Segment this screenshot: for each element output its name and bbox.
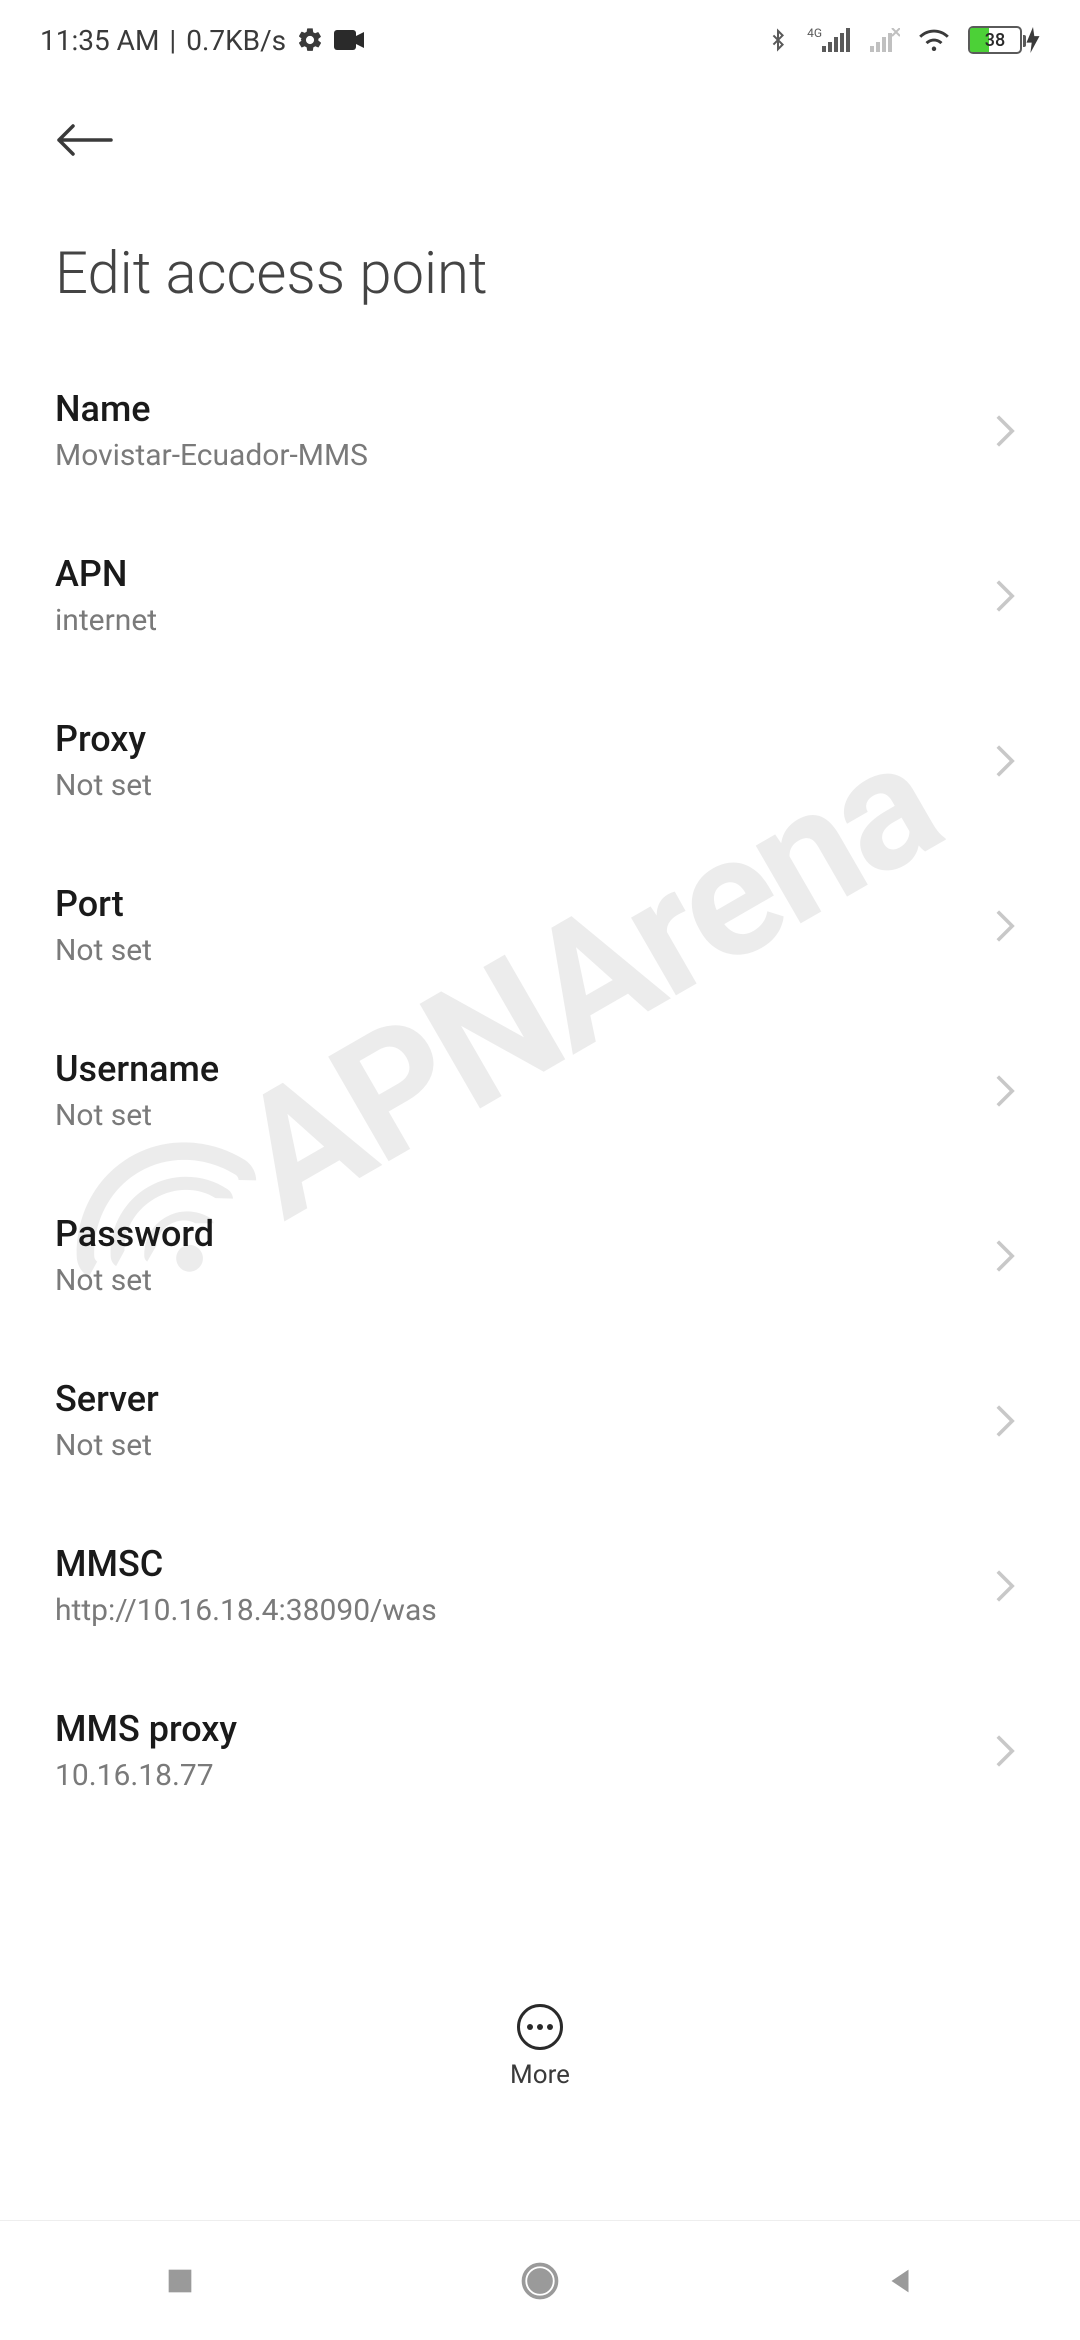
page-title: Edit access point	[0, 180, 1080, 348]
setting-row-name[interactable]: Name Movistar-Ecuador-MMS	[55, 348, 1025, 513]
chevron-right-icon	[985, 1403, 1025, 1439]
setting-value: 10.16.18.77	[55, 1758, 237, 1793]
setting-row-mms-proxy[interactable]: MMS proxy 10.16.18.77	[55, 1668, 1025, 1833]
nav-recents-button[interactable]	[155, 2256, 205, 2306]
setting-row-server[interactable]: Server Not set	[55, 1338, 1025, 1503]
more-icon	[517, 2004, 563, 2050]
setting-value: Not set	[55, 1263, 214, 1298]
battery-percent: 38	[970, 30, 1020, 51]
chevron-right-icon	[985, 743, 1025, 779]
network-type-badge: 4G	[807, 26, 822, 40]
setting-value: Not set	[55, 933, 152, 968]
system-nav-bar	[0, 2220, 1080, 2340]
nav-back-button[interactable]	[875, 2256, 925, 2306]
setting-label: Name	[55, 388, 368, 430]
chevron-right-icon	[985, 1733, 1025, 1769]
setting-row-password[interactable]: Password Not set	[55, 1173, 1025, 1338]
settings-icon	[296, 26, 324, 54]
status-net-speed: 0.7KB/s	[186, 24, 286, 57]
more-label: More	[510, 2060, 570, 2090]
signal-icon-sim1-4g	[822, 28, 852, 52]
setting-row-port[interactable]: Port Not set	[55, 843, 1025, 1008]
status-bar: 11:35 AM | 0.7KB/s 4G 38	[0, 0, 1080, 80]
status-right: 4G 38	[767, 25, 1040, 55]
setting-value: Not set	[55, 1428, 159, 1463]
setting-value: Movistar-Ecuador-MMS	[55, 438, 368, 473]
chevron-right-icon	[985, 1238, 1025, 1274]
chevron-right-icon	[985, 1568, 1025, 1604]
chevron-right-icon	[985, 578, 1025, 614]
settings-list: Name Movistar-Ecuador-MMS APN internet P…	[0, 348, 1080, 1833]
setting-row-proxy[interactable]: Proxy Not set	[55, 678, 1025, 843]
setting-value: http://10.16.18.4:38090/was	[55, 1593, 437, 1628]
setting-label: MMS proxy	[55, 1708, 237, 1750]
setting-label: Proxy	[55, 718, 152, 760]
setting-label: APN	[55, 553, 157, 595]
signal-icon-sim2-none	[870, 28, 900, 52]
setting-label: Port	[55, 883, 152, 925]
camera-icon	[334, 30, 364, 50]
chevron-right-icon	[985, 1073, 1025, 1109]
wifi-icon	[918, 27, 950, 53]
bluetooth-icon	[767, 25, 789, 55]
setting-row-apn[interactable]: APN internet	[55, 513, 1025, 678]
back-button[interactable]	[55, 110, 115, 170]
header-bar	[0, 80, 1080, 180]
nav-home-button[interactable]	[515, 2256, 565, 2306]
chevron-right-icon	[985, 413, 1025, 449]
setting-value: Not set	[55, 1098, 219, 1133]
bottom-actions: More	[0, 2004, 1080, 2090]
setting-label: Server	[55, 1378, 159, 1420]
status-left: 11:35 AM | 0.7KB/s	[40, 24, 364, 57]
setting-label: MMSC	[55, 1543, 437, 1585]
battery-indicator: 38	[968, 26, 1040, 54]
status-time: 11:35 AM	[40, 24, 159, 57]
setting-label: Username	[55, 1048, 219, 1090]
more-button[interactable]: More	[510, 2004, 570, 2090]
setting-label: Password	[55, 1213, 214, 1255]
setting-row-username[interactable]: Username Not set	[55, 1008, 1025, 1173]
setting-row-mmsc[interactable]: MMSC http://10.16.18.4:38090/was	[55, 1503, 1025, 1668]
setting-value: internet	[55, 603, 157, 638]
setting-value: Not set	[55, 768, 152, 803]
charging-icon	[1026, 27, 1040, 53]
chevron-right-icon	[985, 908, 1025, 944]
status-separator: |	[169, 24, 176, 57]
